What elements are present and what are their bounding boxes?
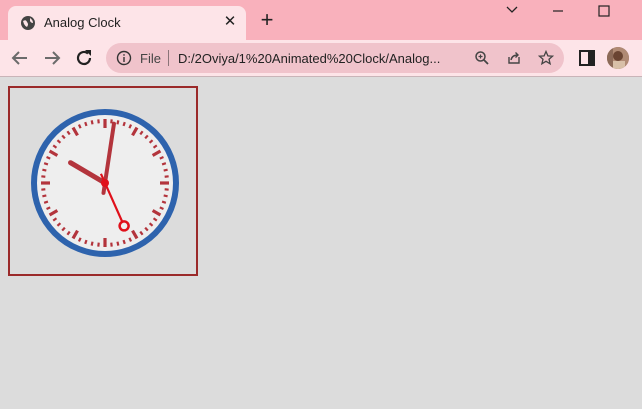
minute-tick xyxy=(77,124,82,129)
minute-tick xyxy=(43,162,49,166)
divider xyxy=(168,50,169,66)
minute-tick xyxy=(42,168,47,172)
side-panel-icon[interactable] xyxy=(578,49,596,67)
minute-tick xyxy=(116,241,120,246)
browser-toolbar: File D:/2Oviya/1%20Animated%20Clock/Anal… xyxy=(0,40,642,77)
minute-tick xyxy=(77,237,82,242)
maximize-icon[interactable] xyxy=(581,0,627,24)
minute-tick xyxy=(159,155,164,160)
info-icon[interactable] xyxy=(116,50,132,66)
minute-tick xyxy=(90,241,94,246)
minute-tick xyxy=(90,120,94,125)
url-text[interactable]: D:/2Oviya/1%20Animated%20Clock/Analog... xyxy=(178,51,440,66)
minimize-icon[interactable] xyxy=(535,0,581,24)
tab-title: Analog Clock xyxy=(44,15,121,30)
zoom-icon[interactable] xyxy=(474,50,490,66)
minute-tick xyxy=(42,194,47,198)
minute-tick xyxy=(128,124,133,129)
plus-icon[interactable]: + xyxy=(256,9,278,31)
minute-tick xyxy=(43,200,49,204)
minute-tick xyxy=(46,206,51,211)
address-bar[interactable]: File D:/2Oviya/1%20Animated%20Clock/Anal… xyxy=(106,43,564,73)
minute-tick xyxy=(161,162,167,166)
minute-tick xyxy=(46,155,51,160)
close-icon[interactable]: ✕ xyxy=(222,14,238,30)
minute-tick xyxy=(122,121,126,127)
forward-arrow-icon[interactable] xyxy=(40,46,64,70)
globe-icon xyxy=(21,16,35,30)
minute-tick xyxy=(163,194,168,198)
clock-frame xyxy=(8,86,198,276)
analog-clock xyxy=(31,109,179,257)
tab-strip: Analog Clock ✕ + xyxy=(0,0,642,40)
tab-analog-clock[interactable]: Analog Clock ✕ xyxy=(8,6,246,40)
minute-tick xyxy=(84,239,88,245)
minute-tick xyxy=(161,200,167,204)
minute-tick xyxy=(122,239,126,245)
minute-tick xyxy=(116,120,120,125)
star-icon[interactable] xyxy=(538,50,554,66)
minute-tick xyxy=(163,168,168,172)
avatar[interactable] xyxy=(607,47,629,69)
scheme-label: File xyxy=(140,51,161,66)
minute-tick xyxy=(159,206,164,211)
reload-icon[interactable] xyxy=(72,46,96,70)
profile-photo xyxy=(607,47,629,69)
back-arrow-icon[interactable] xyxy=(8,46,32,70)
minute-tick xyxy=(84,121,88,127)
clock-center xyxy=(101,179,109,187)
chevron-down-icon[interactable] xyxy=(489,0,535,24)
minute-tick xyxy=(128,237,133,242)
share-icon[interactable] xyxy=(506,50,522,66)
second-hand-tip xyxy=(118,220,130,232)
